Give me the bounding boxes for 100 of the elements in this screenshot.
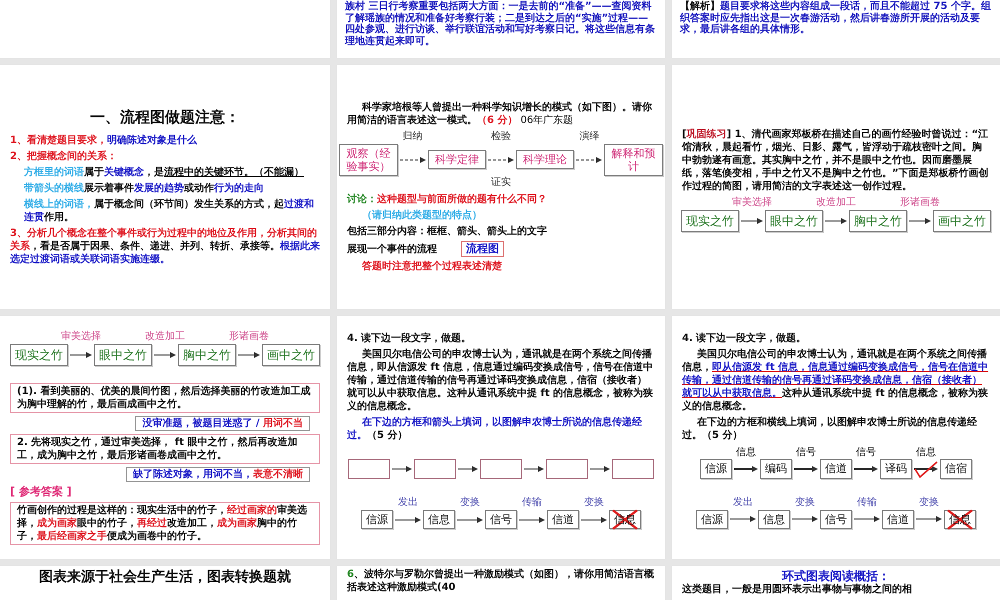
slide-thumbnail[interactable]: [巩固练习] 1、清代画家郑板桥在描述自己的画竹经验时曾说过：“江馆清秋，晨起看竹，烟光、日影、露气，皆浮动于疏枝密叶之间。胸中勃勃遂有画意。其实胸中之竹，并不是眼中之竹也。因而磨墨展纸，落笔倏变相，手中之竹又不是胸中之竹也。”下面是郑板桥竹画创作过程的简图，请用简洁的文字表述这一创作过程。 现实之竹 眼中之竹 胸中之竹 画中之竹 审美选择 改造加工 形诸画卷 [672, 65, 1000, 309]
paragraph: 【解析】题目要求将这些内容组成一段话，而且不能超过 75 个字。组织答案时应先指出这是一次春游活动，然后讲春游所开展的活动及要求，最后讲各组的具体情形。 [680, 1, 992, 36]
arrow [458, 464, 478, 473]
paragraph: 横线上的词语，属于概念间（环节间）发生关系的方式，起过渡和连贯作用。 [22, 198, 315, 224]
slide-thumbnail[interactable] [0, 316, 330, 559]
paragraph: 在下边的方框和箭头上填词，以图解申农博士所说的信息传递经过。（5 分） [347, 416, 643, 442]
flow-node: 胸中之竹 [849, 210, 907, 232]
arrow-label: 信息 [736, 446, 756, 459]
paragraph: 美国贝尔电信公司的申农博士认为，通讯就是在两个系统之间传播信息，即从信源发 ft 信息，信息通过编码变换成信号，信号在信道中传输，通过信道传输的信号再通过译码变换成信息，信宿（接收者）就可以从中获取信息。这种从通讯系统中提 ft 的信息概念，被称为狭义的信息概念。 [347, 348, 654, 413]
flow-node: 眼中之竹 [765, 210, 823, 232]
arrow-label: 发出 [398, 497, 418, 510]
flow-node: 画中之竹 [933, 210, 991, 232]
paragraph: 科学家培根等人曾提出一种科学知识增长的模式（如下图）。请你用简洁的语言表述这一模式。（6 分） 06年广东题 [347, 100, 653, 127]
arrow [519, 516, 545, 524]
slide-thumbnail[interactable]: 科学家培根等人曾提出一种科学知识增长的模式（如下图）。请你用简洁的语言表述这一模式。（6 分） 06年广东题 观察（经验事实） 科学定律 科学理论 解释和预计 归纳 检验 证实 演绎 讨论：这种题型与前面所做的题有什么不同？ （请归纳此类题型的特点） 包括三部分内容：框框、箭头、箭头上的文字 展现一个事件的流程 流程图 答题时注意把整个过程表述清楚 [337, 65, 665, 309]
arrow [70, 350, 92, 359]
arrow [590, 464, 610, 473]
arrow [576, 156, 602, 164]
arrow-label: 形诸画卷 [900, 197, 940, 210]
flow-node: 信源 [700, 459, 732, 478]
flow-node: 信道 [882, 510, 914, 529]
slide-thumbnail[interactable] [0, 0, 330, 58]
paragraph: [巩固练习] 1、清代画家郑板桥在描述自己的画竹经验时曾说过：“江馆清秋，晨起看竹，烟光、日影、露气，皆浮动于疏枝密叶之间。胸中勃勃遂有画意。其实胸中之竹，并不是眼中之竹也。因而磨墨展纸，落笔倏变相，手中之竹又不是胸中之竹也。”下面是郑板桥竹画创作过程的简图，请用简洁的文字表述这一创作过程。 [682, 128, 990, 193]
flow-tag: 流程图 [461, 241, 504, 258]
slide-thumbnail[interactable]: 6、波特尔与罗勒尔曾提出一种激励模式（如图），请你用简洁语言概括表述这种激励模式(40 [337, 566, 665, 600]
flow-node: 观察（经验事实） [339, 144, 398, 176]
arrow [395, 516, 421, 524]
arrow-label: 信号 [796, 446, 816, 459]
flow-node: 信源 [696, 510, 728, 529]
comment-note: 没审准题，被题目迷惑了 / 用词不当 [135, 416, 310, 432]
framed-paragraph: 竹画创作的过程是这样的：现实生活中的竹子，经过画家的审美选择，成为画家眼中的竹子，再经过改造加工，成为画家胸中的竹子，最后经画家之手便成为画卷中的竹子。 [10, 502, 320, 546]
arrow-label: 检验 [491, 131, 511, 144]
arrow [730, 515, 756, 524]
arrow [581, 516, 607, 524]
paragraph: 方框里的词语属于关键概念，是流程中的关键环节。（不能漏） [23, 166, 305, 179]
arrow-label: 归纳 [402, 131, 423, 144]
arrow [154, 350, 176, 359]
answer-tag: [ 参考答案 ] [10, 485, 320, 500]
flow-node: 编码 [760, 459, 792, 478]
flow-node: 现实之竹 [10, 344, 68, 366]
arrow-label: 形诸画卷 [229, 331, 269, 344]
fill-in-box [414, 458, 456, 479]
slide-thumbnail[interactable]: 图表来源于社会生产生活，图表转换题就 [0, 566, 330, 600]
flow-node: 信道 [547, 510, 579, 530]
slide-thumbnail[interactable]: 【解析】题目要求将这些内容组成一段话，而且不能超过 75 个字。组织答案时应先指出这是一次春游活动，然后讲春游所开展的活动及要求，最后讲各组的具体情形。 [672, 0, 1000, 58]
arrow [825, 216, 847, 225]
paragraph: 讨论：这种题型与前面所做的题有什么不同？ [347, 193, 548, 206]
flow-node: 信宿 [940, 459, 972, 478]
paragraph: 包括三部分内容：框框、箭头、箭头上的文字 [347, 225, 548, 238]
paragraph: 带箭头的横线展示着事件发展的趋势或动作行为的走向 [23, 182, 265, 195]
arrow-label: 变换 [795, 497, 815, 509]
arrow-label: 信息 [916, 446, 936, 459]
paragraph: 这类题目，一般是用圆环表示出事物与事物之间的相 [682, 584, 913, 596]
paragraph: 4. 读下边一段文字，做题。 [347, 332, 472, 345]
flow-node: 信号 [820, 510, 852, 529]
slide-thumbnail[interactable]: 环式图表阅读概括： 这类题目，一般是用圆环表示出事物与事物之间的相 [672, 566, 1000, 600]
slide-thumbnail[interactable]: 族村 三日行考察重要包括两大方面：一是去前的“准备”——查阅资料了解瑶族的情况和准备好考察行装；二是到达之后的“实施”过程——四处参观、进行访谈、举行联谊活动和写好考察日记。将这些信息有条理地连贯起来即可。 [337, 0, 665, 58]
paragraph: 美国贝尔电信公司的申农博士认为，通讯就是在两个系统之间传播信息，即从信源发 ft 信息，信息通过编码变换成信号，信号在信道中传输，通过信道传输的信号再通过译码变换成信息，信宿（接收者）就可以从中获取信息。这种从通讯系统中提 ft 的信息概念，被称为狭义的信息概念。 [682, 348, 990, 414]
paragraph: 1、看清楚题目要求，明确陈述对象是什么 [10, 134, 198, 147]
slide-thumbnail[interactable] [0, 65, 330, 309]
flow-node: 解释和预计 [604, 144, 663, 176]
arrow [914, 464, 938, 473]
arrow [909, 216, 931, 225]
arrow [524, 464, 544, 473]
fill-in-box [348, 458, 390, 479]
slide-thumbnail[interactable] [337, 316, 665, 559]
paragraph: 族村 三日行考察重要包括两大方面：一是去前的“准备”——查阅资料了解瑶族的情况和准备好考察行装；二是到达之后的“实施”过程——四处参观、进行访谈、举行联谊活动和写好考察日记。将这些信息有条理地连贯起来即可。 [345, 1, 656, 47]
fill-in-box [546, 458, 588, 479]
paragraph: 4. 读下边一段文字，做题。 [682, 332, 808, 346]
slide-thumbnail[interactable] [672, 316, 1000, 559]
fill-in-box [612, 458, 654, 479]
arrow-label: 改造加工 [816, 197, 856, 210]
flow-node: 信道 [820, 459, 852, 478]
flow-node: 信号 [485, 510, 517, 530]
paragraph: （请归纳此类题型的特点） [361, 209, 483, 222]
flow-node: 画中之竹 [262, 344, 320, 366]
arrow [916, 515, 942, 524]
slide-title: 图表来源于社会生产生活，图表转换题就 [38, 569, 292, 586]
arrow [792, 515, 818, 524]
flow-node: 现实之竹 [681, 210, 739, 232]
framed-paragraph: (1). 看到美丽的、优美的晨间竹图，然后选择美丽的竹改造加工成为胸中理解的竹，最后画成画中之竹。 [10, 383, 320, 414]
flow-node: 胸中之竹 [178, 344, 236, 366]
arrow-label: 传输 [857, 497, 877, 509]
paragraph: 在下边的方框和横线上填词，以图解申农博士所说的信息传递经过。（5 分） [682, 416, 978, 442]
comment-note: 缺了陈述对象，用词不当，表意不清晰 [126, 467, 310, 482]
arrow-label: 变换 [460, 497, 480, 510]
flow-node: 科学理论 [516, 150, 574, 170]
arrow-label: 审美选择 [61, 331, 101, 344]
slide-title: 一、流程图做题注意： [89, 108, 241, 128]
paragraph: 2、把握概念间的关系： [10, 150, 118, 163]
flow-node: 眼中之竹 [94, 344, 152, 366]
arrow-label: 证实 [491, 176, 511, 189]
arrow [854, 515, 880, 524]
arrow-label: 变换 [584, 497, 604, 510]
arrow-label: 传输 [522, 497, 542, 510]
framed-paragraph: 2. 先将现实之竹，通过审美选择， ft 眼中之竹，然后再改造加工，成为胸中之竹，最后形诸画卷成画中之竹。 [10, 434, 320, 464]
arrow [741, 216, 763, 225]
arrow-label: 改造加工 [145, 331, 185, 344]
arrow [238, 350, 260, 359]
arrow [400, 156, 426, 164]
